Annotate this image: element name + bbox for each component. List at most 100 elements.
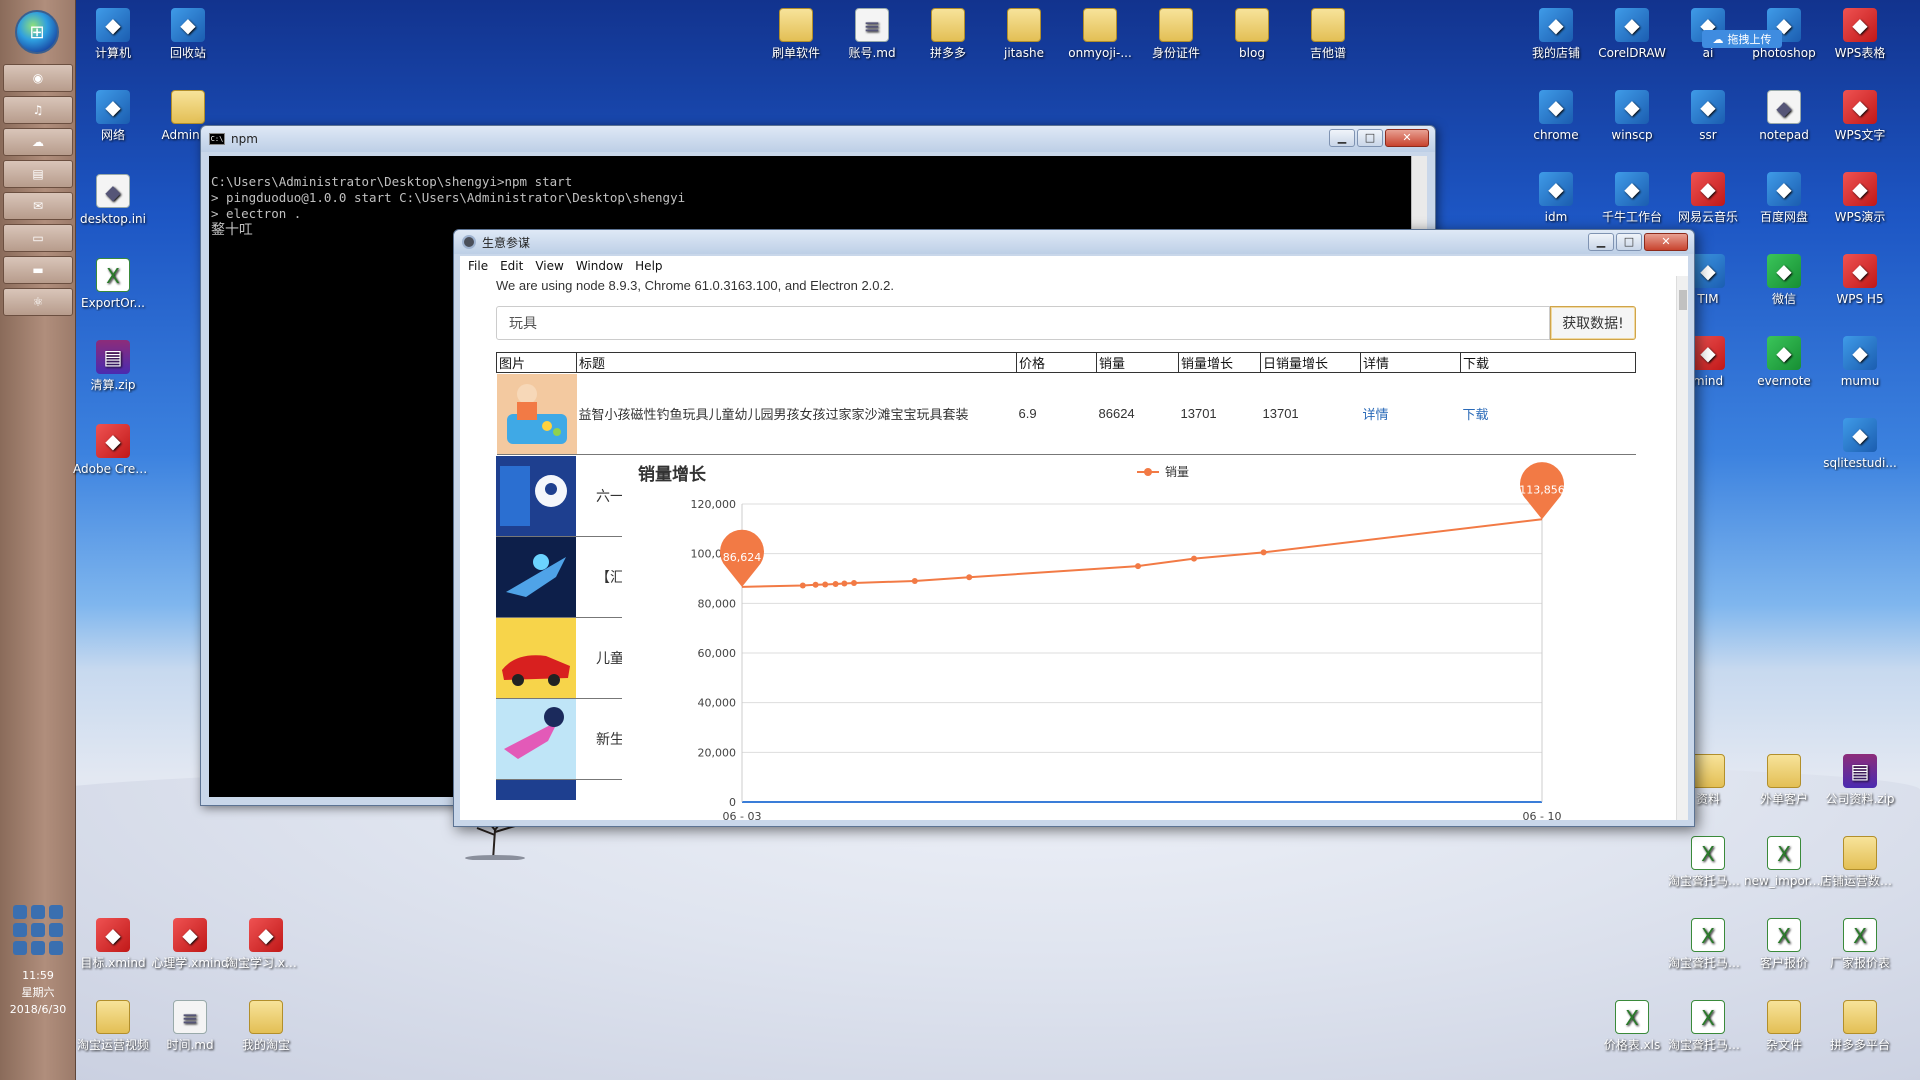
desktop-icon[interactable]: 拼多多平台 <box>1820 1000 1900 1053</box>
desktop-icon[interactable]: ◆ sqlitestudi... <box>1820 418 1900 471</box>
x-tick-label: 06 - 03 <box>723 810 762 820</box>
desktop-icon[interactable]: ◆ winscp <box>1592 90 1672 143</box>
app-window[interactable]: 生意参谋 ▁ □ ✕ File Edit View Window Help We… <box>453 229 1695 827</box>
scroll-thumb[interactable] <box>1679 290 1687 310</box>
desktop-icon[interactable]: onmyoji-... <box>1060 8 1140 61</box>
desktop-icon[interactable]: 刷单软件 <box>756 8 836 61</box>
minimize-button[interactable]: ▁ <box>1329 129 1355 147</box>
maximize-button[interactable]: □ <box>1616 233 1642 251</box>
clock[interactable]: 11:59 星期六 2018/6/30 <box>0 967 76 1018</box>
close-button[interactable]: ✕ <box>1385 129 1429 147</box>
desktop-icon[interactable]: ◆ 网易云音乐 <box>1668 172 1748 225</box>
desktop-icon[interactable]: ◆ 心理学.xmind <box>150 918 230 971</box>
wechat-icon: ✉ <box>32 199 44 213</box>
data-point <box>832 580 839 587</box>
desktop-icon[interactable]: X 淘宝聋托马斯sku价格核... <box>1668 1000 1748 1053</box>
desktop-icon[interactable]: 身份证件 <box>1136 8 1216 61</box>
desktop-icon[interactable]: ◆ ssr <box>1668 90 1748 143</box>
desktop-icon[interactable]: ≡ 时间.md <box>150 1000 230 1053</box>
taskbar-netease-button[interactable]: ♫ <box>3 96 73 124</box>
idm-icon: ◆ <box>1539 172 1573 206</box>
menu-file[interactable]: File <box>468 259 488 273</box>
desktop-icon[interactable]: ◆ evernote <box>1744 336 1824 389</box>
minimize-button[interactable]: ▁ <box>1588 233 1614 251</box>
signal-tray-icon[interactable] <box>31 941 45 955</box>
desktop-icon[interactable]: 我的淘宝 <box>226 1000 306 1053</box>
desktop-icon-label: photoshop <box>1752 46 1816 60</box>
flag-tray-icon[interactable] <box>49 905 63 919</box>
desktop-icon[interactable]: 拼多多 <box>908 8 988 61</box>
desktop-icon[interactable]: ◆ 回收站 <box>148 8 228 61</box>
menu-window[interactable]: Window <box>576 259 623 273</box>
fetch-data-button[interactable]: 获取数据! <box>1550 306 1636 340</box>
desktop-icon[interactable]: 吉他谱 <box>1288 8 1368 61</box>
desktop-icon[interactable]: ◆ WPS表格 <box>1820 8 1900 61</box>
shield-tray-icon[interactable] <box>13 941 27 955</box>
desktop-icon[interactable]: ▤ 公司资料.zip <box>1820 754 1900 807</box>
download-link[interactable]: 下载 <box>1463 407 1489 422</box>
console-title-bar[interactable]: C:\ npm <box>201 126 1435 152</box>
desktop-icon[interactable]: jitashe <box>984 8 1064 61</box>
taskbar-winrar-button[interactable]: ▤ <box>3 160 73 188</box>
desktop-icon[interactable]: ◆ 网络 <box>73 90 153 143</box>
desktop-icon[interactable]: Xnew_impor... (3).xlsx <box>1744 836 1824 889</box>
network-tray-icon[interactable] <box>13 905 27 919</box>
taskbar-electron-button[interactable]: ⚛ <box>3 288 73 316</box>
desktop-icon[interactable]: X 厂家报价表 <box>1820 918 1900 971</box>
start-button[interactable]: ⊞ <box>15 10 59 54</box>
desktop-icon[interactable]: blog <box>1212 8 1292 61</box>
desktop-icon[interactable]: ◆ WPS演示 <box>1820 172 1900 225</box>
desktop-icon[interactable]: ◆ mumu <box>1820 336 1900 389</box>
volume-tray-icon[interactable] <box>49 941 63 955</box>
desktop-icon[interactable]: ◆ desktop.ini <box>73 174 153 227</box>
desktop-icon[interactable]: ◆ chrome <box>1516 90 1596 143</box>
desktop-icon[interactable]: ◆ CorelDRAW <box>1592 8 1672 61</box>
search-input[interactable]: 玩具 <box>496 306 1550 340</box>
version-info: We are using node 8.9.3, Chrome 61.0.316… <box>496 278 894 293</box>
desktop-icon[interactable]: ◆ Adobe Creati... <box>73 424 153 477</box>
close-button[interactable]: ✕ <box>1644 233 1688 251</box>
desktop-icon[interactable]: X 价格表.xls <box>1592 1000 1672 1053</box>
desktop-icon[interactable]: ◆ 计算机 <box>73 8 153 61</box>
taskbar-chrome-button[interactable]: ◉ <box>3 64 73 92</box>
desktop-icon[interactable]: ◆ WPS H5 <box>1820 254 1900 307</box>
desktop-icon[interactable]: ▤ 清算.zip <box>73 340 153 393</box>
cmd-icon: ▬ <box>32 263 44 277</box>
desktop-icon[interactable]: 杂文件 <box>1744 1000 1824 1053</box>
desktop-icon[interactable]: ◆ WPS文字 <box>1820 90 1900 143</box>
desktop-icon[interactable]: 淘宝运营视频 <box>73 1000 153 1053</box>
menu-view[interactable]: View <box>535 259 563 273</box>
menu-edit[interactable]: Edit <box>500 259 523 273</box>
desktop-icon[interactable]: 店铺运营数据数据 <box>1820 836 1900 889</box>
desktop-icon[interactable]: X 淘宝聋托马斯sku价格核... <box>1668 918 1748 971</box>
help-tray-icon[interactable] <box>31 905 45 919</box>
desktop-icon[interactable]: ◆ 百度网盘 <box>1744 172 1824 225</box>
taskbar-baidu-cloud-button[interactable]: ☁ <box>3 128 73 156</box>
desktop-icon[interactable]: X ExportOr... <box>73 258 153 311</box>
maximize-button[interactable]: □ <box>1357 129 1383 147</box>
cursor-tray-icon[interactable] <box>13 923 27 937</box>
desktop-icon[interactable]: X 淘宝聋托马斯sku价格核... <box>1668 836 1748 889</box>
upload-badge[interactable]: ☁ 拖拽上传 <box>1702 30 1782 48</box>
menu-help[interactable]: Help <box>635 259 662 273</box>
wechat-tray-icon[interactable] <box>31 923 45 937</box>
desktop-icon[interactable]: ◆ 目标.xmind <box>73 918 153 971</box>
baidu-tray-icon[interactable] <box>49 923 63 937</box>
desktop-icon[interactable]: 外单客户 <box>1744 754 1824 807</box>
desktop-icon[interactable]: ◆ 我的店铺 <box>1516 8 1596 61</box>
desktop-icon[interactable]: X 客户报价 <box>1744 918 1824 971</box>
desktop-icon[interactable]: ◆ idm <box>1516 172 1596 225</box>
desktop-icon[interactable]: ◆ 微信 <box>1744 254 1824 307</box>
app-title-bar[interactable]: 生意参谋 <box>454 230 1694 254</box>
taskbar-cmd-button[interactable]: ▬ <box>3 256 73 284</box>
data-point <box>851 579 857 586</box>
app-scrollbar[interactable] <box>1676 276 1688 820</box>
detail-link[interactable]: 详情 <box>1363 407 1389 422</box>
desktop-icon[interactable]: ◆ notepad <box>1744 90 1824 143</box>
desktop-icon[interactable]: ◆ 千牛工作台 <box>1592 172 1672 225</box>
desktop-icon[interactable]: ≡ 账号.md <box>832 8 912 61</box>
taskbar-wechat-button[interactable]: ✉ <box>3 192 73 220</box>
desktop-icon[interactable]: ◆ 淘宝学习.xmind <box>226 918 306 971</box>
header-daily-growth: 日销量增长 <box>1260 352 1361 373</box>
taskbar-explorer-button[interactable]: ▭ <box>3 224 73 252</box>
